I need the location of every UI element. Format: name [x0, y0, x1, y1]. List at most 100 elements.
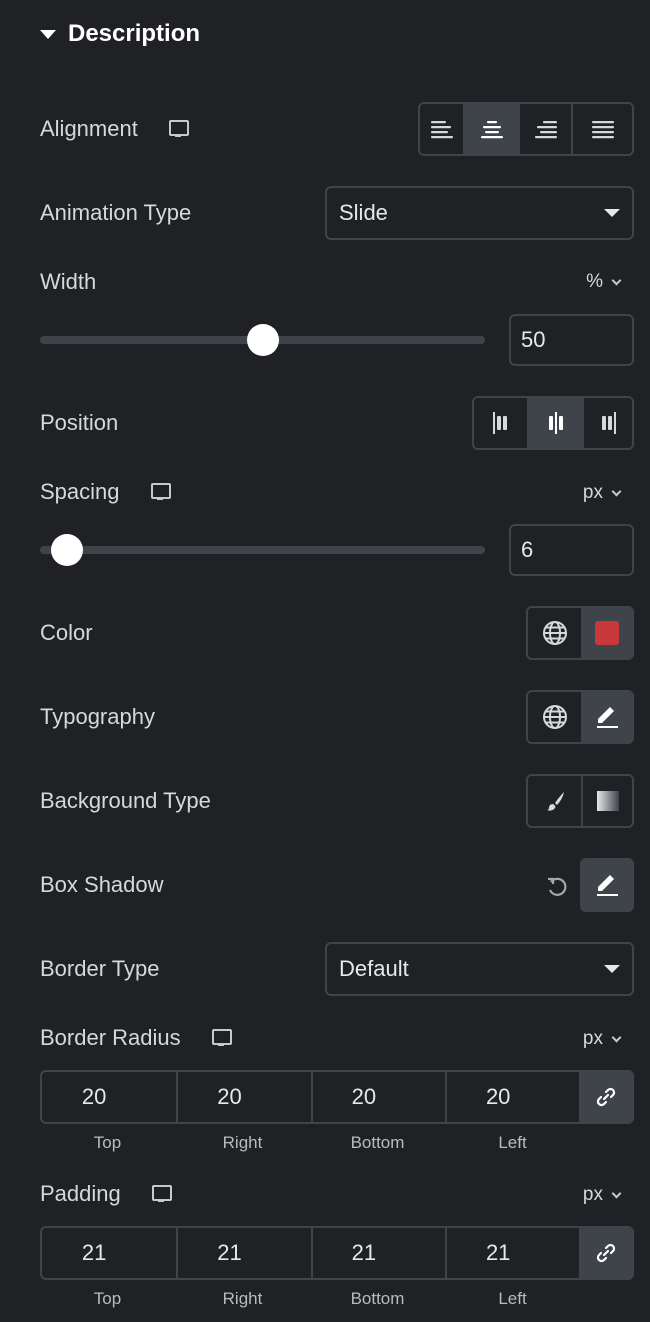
color-swatch[interactable]: [594, 621, 619, 645]
section-header-description[interactable]: Description: [40, 20, 200, 48]
spacing-unit: px: [582, 482, 603, 503]
border-radius-unit-select[interactable]: px: [582, 1028, 622, 1050]
pencil-icon: [597, 875, 618, 896]
side-label-top: Top: [93, 1133, 122, 1152]
width-slider-thumb[interactable]: [246, 324, 279, 356]
value: 20: [351, 1084, 377, 1109]
border-type-value: Default: [339, 956, 409, 981]
align-right-icon: [534, 121, 557, 139]
align-right-button[interactable]: [518, 104, 571, 154]
padding-row: Padding: [40, 1181, 173, 1207]
link-icon: [596, 1243, 615, 1263]
side-label-left: Left: [498, 1133, 527, 1152]
background-gradient-button[interactable]: [581, 776, 632, 826]
width-input[interactable]: 50: [509, 314, 634, 366]
chevron-down-icon: [611, 275, 622, 285]
position-label: Position: [40, 410, 119, 435]
chevron-down-icon: [611, 1188, 622, 1198]
animation-type-select[interactable]: Slide: [325, 186, 634, 240]
width-unit: %: [586, 271, 603, 292]
padding-side-labels: Top Right Bottom Left: [40, 1289, 580, 1309]
box-shadow-reset-button[interactable]: [542, 872, 572, 902]
border-radius-left-input[interactable]: 20: [445, 1072, 579, 1122]
border-radius-bottom-input[interactable]: 20: [310, 1072, 445, 1122]
chevron-down-icon: [611, 486, 622, 496]
spacing-input-value: 6: [521, 537, 534, 562]
spacing-slider-track[interactable]: [40, 546, 485, 554]
padding-left-input[interactable]: 21: [445, 1228, 579, 1278]
position-control: [472, 396, 634, 450]
value: 20: [217, 1084, 242, 1109]
side-label-bottom: Bottom: [350, 1289, 405, 1308]
box-shadow-edit-button[interactable]: [580, 858, 634, 912]
position-left-icon: [492, 412, 507, 434]
box-shadow-label: Box Shadow: [40, 872, 164, 897]
caret-down-icon: [40, 29, 56, 39]
color-label: Color: [40, 620, 93, 645]
link-icon: [596, 1087, 615, 1107]
padding-unit: px: [582, 1184, 603, 1205]
monitor-icon[interactable]: [168, 119, 190, 139]
monitor-icon[interactable]: [151, 1184, 173, 1204]
color-picker-button[interactable]: [581, 608, 632, 658]
spacing-row: Spacing: [40, 479, 172, 505]
border-radius-dimensions: 20 20 20 20: [40, 1070, 634, 1124]
monitor-icon[interactable]: [150, 482, 172, 502]
spacing-label: Spacing: [40, 479, 120, 504]
background-classic-button[interactable]: [528, 776, 581, 826]
position-center-button[interactable]: [527, 398, 582, 448]
animation-type-value: Slide: [339, 200, 388, 225]
spacing-input[interactable]: 6: [509, 524, 634, 576]
width-unit-select[interactable]: %: [586, 271, 622, 293]
border-radius-right-input[interactable]: 20: [176, 1072, 310, 1122]
side-label-left: Left: [498, 1289, 527, 1308]
padding-top-input[interactable]: 21: [42, 1228, 176, 1278]
global-typography-button[interactable]: [528, 692, 581, 742]
width-label: Width: [40, 269, 97, 294]
spacing-unit-select[interactable]: px: [582, 482, 622, 504]
align-left-button[interactable]: [420, 104, 463, 154]
globe-icon: [542, 705, 567, 729]
padding-right-input[interactable]: 21: [176, 1228, 310, 1278]
global-colors-button[interactable]: [528, 608, 581, 658]
background-type-control: [526, 774, 634, 828]
border-radius-link-button[interactable]: [579, 1072, 632, 1122]
padding-unit-select[interactable]: px: [582, 1184, 622, 1206]
alignment-row: Alignment: [40, 116, 190, 142]
align-center-icon: [480, 121, 503, 139]
value: 20: [81, 1084, 107, 1109]
position-right-button[interactable]: [582, 398, 632, 448]
section-title: Description: [68, 20, 201, 47]
border-type-select[interactable]: Default: [325, 942, 634, 996]
edit-typography-button[interactable]: [581, 692, 632, 742]
border-radius-label: Border Radius: [40, 1025, 181, 1050]
position-left-button[interactable]: [474, 398, 527, 448]
padding-link-button[interactable]: [579, 1228, 632, 1278]
padding-bottom-input[interactable]: 21: [310, 1228, 445, 1278]
value: 21: [351, 1240, 377, 1265]
alignment-control: [418, 102, 634, 156]
border-radius-unit: px: [582, 1028, 603, 1049]
border-radius-row: Border Radius: [40, 1025, 233, 1051]
pencil-icon: [596, 707, 618, 728]
side-label-right: Right: [222, 1133, 263, 1152]
padding-dimensions: 21 21 21 21: [40, 1226, 634, 1280]
width-input-value: 50: [521, 327, 546, 352]
globe-icon: [542, 621, 567, 645]
align-justify-icon: [591, 121, 614, 139]
align-center-button[interactable]: [463, 104, 518, 154]
typography-label: Typography: [40, 704, 155, 729]
position-center-icon: [548, 412, 563, 434]
side-label-bottom: Bottom: [350, 1133, 405, 1152]
value: 20: [485, 1084, 511, 1109]
align-justify-button[interactable]: [571, 104, 632, 154]
padding-label: Padding: [40, 1181, 121, 1206]
color-control: [526, 606, 634, 660]
monitor-icon[interactable]: [211, 1028, 233, 1048]
gradient-icon: [596, 791, 619, 811]
brush-icon: [546, 792, 564, 811]
animation-type-label: Animation Type: [40, 200, 192, 225]
border-radius-top-input[interactable]: 20: [42, 1072, 176, 1122]
spacing-slider-thumb[interactable]: [50, 534, 83, 566]
reset-icon: [548, 877, 567, 896]
